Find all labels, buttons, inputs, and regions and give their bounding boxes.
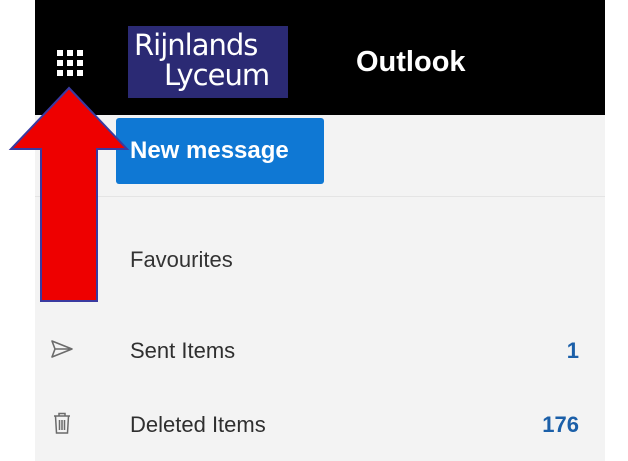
screenshot-canvas: Rijnlands Lyceum Outlook New message Fav…: [0, 0, 628, 461]
logo-line-2: Lyceum: [164, 58, 270, 92]
organization-logo[interactable]: Rijnlands Lyceum: [128, 26, 288, 98]
favourites-header[interactable]: Favourites: [130, 242, 233, 278]
new-message-button[interactable]: New message: [116, 118, 324, 184]
trash-icon: [54, 412, 70, 434]
top-bar: [35, 0, 605, 115]
pane-divider: [35, 196, 605, 197]
folder-item-deleted-items[interactable]: Deleted Items 176: [35, 400, 605, 452]
logo-line-1: Rijnlands: [134, 28, 258, 62]
app-title[interactable]: Outlook: [356, 40, 466, 84]
folder-label: Deleted Items: [130, 412, 266, 437]
folder-label: Sent Items: [130, 338, 236, 363]
app-launcher-button[interactable]: [35, 28, 105, 98]
unread-count: 1: [566, 338, 579, 363]
send-icon: [51, 340, 73, 358]
unread-count: 176: [542, 412, 579, 437]
waffle-grid-icon: [57, 50, 83, 76]
folder-item-sent-items[interactable]: Sent Items 1: [35, 326, 605, 378]
